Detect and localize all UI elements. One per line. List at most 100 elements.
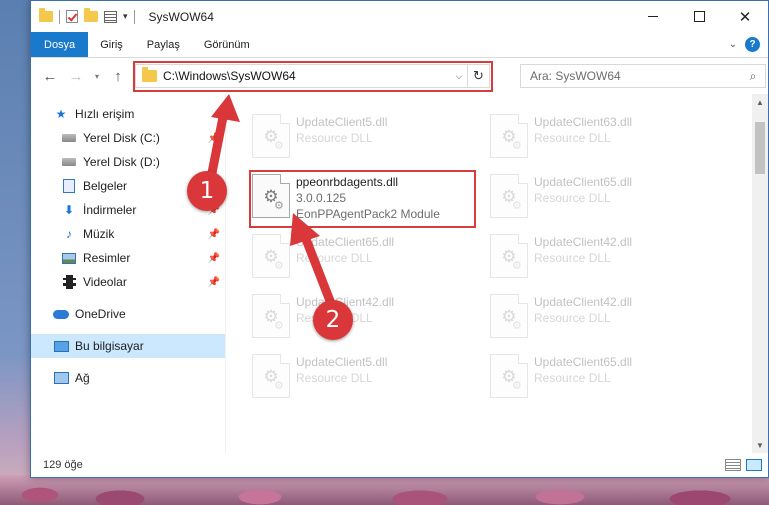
scrollbar-thumb[interactable] bbox=[755, 122, 765, 174]
file-name: UpdateClient63.dll bbox=[534, 115, 633, 129]
list-item[interactable]: ⚙ ⚙ UpdateClient65.dll Resource DLL bbox=[486, 352, 706, 404]
file-type: Resource DLL bbox=[296, 131, 373, 145]
sidebar-item-local-disk-d[interactable]: Yerel Disk (D:) 📌 bbox=[31, 150, 226, 174]
dll-file-icon: ⚙ ⚙ bbox=[490, 234, 528, 278]
sidebar-item-videos[interactable]: Videolar 📌 bbox=[31, 270, 226, 294]
file-name: UpdateClient42.dll bbox=[534, 235, 633, 249]
properties-icon[interactable] bbox=[104, 10, 117, 23]
scroll-up-icon[interactable]: ▲ bbox=[752, 94, 768, 110]
sidebar-item-label: Hızlı erişim bbox=[75, 107, 135, 121]
sidebar-item-label: Videolar bbox=[83, 275, 127, 289]
title-bar: ▾ SysWOW64 ✕ bbox=[31, 1, 768, 32]
dll-file-icon: ⚙ ⚙ bbox=[252, 354, 290, 398]
list-item[interactable]: ⚙⚙ UpdateClient42.dll Resource DLL bbox=[486, 232, 706, 284]
details-view-icon[interactable] bbox=[725, 459, 741, 471]
sidebar-item-label: İndirmeler bbox=[83, 203, 137, 217]
tab-view[interactable]: Görünüm bbox=[192, 32, 262, 57]
back-button[interactable]: ← bbox=[39, 65, 61, 87]
ribbon-tabs: Dosya Giriş Paylaş Görünüm ⌄ ? bbox=[31, 32, 768, 58]
file-name: UpdateClient65.dll bbox=[534, 355, 633, 369]
tab-home[interactable]: Giriş bbox=[88, 32, 135, 57]
file-type: Resource DLL bbox=[534, 371, 611, 385]
tab-share[interactable]: Paylaş bbox=[135, 32, 192, 57]
tiles-view-icon[interactable] bbox=[746, 459, 762, 471]
sidebar-item-this-pc[interactable]: Bu bilgisayar bbox=[31, 334, 226, 358]
address-path[interactable]: C:\Windows\SysWOW64 bbox=[163, 69, 451, 83]
search-icon[interactable]: ⌕ bbox=[741, 69, 765, 84]
file-version: 3.0.0.125 bbox=[296, 191, 347, 205]
drive-icon bbox=[61, 154, 77, 170]
file-type: Resource DLL bbox=[534, 191, 611, 205]
sidebar-item-label: Müzik bbox=[83, 227, 115, 241]
file-name: UpdateClient42.dll bbox=[534, 295, 633, 309]
close-button[interactable]: ✕ bbox=[722, 1, 768, 32]
up-button[interactable]: ↑ bbox=[107, 65, 129, 87]
new-folder-icon[interactable] bbox=[84, 8, 98, 22]
sidebar-item-network[interactable]: Ağ bbox=[31, 366, 226, 390]
maximize-button[interactable] bbox=[676, 1, 722, 32]
properties-check-icon[interactable] bbox=[66, 10, 78, 23]
address-bar[interactable]: C:\Windows\SysWOW64 ⌵ ↻ bbox=[133, 61, 493, 92]
help-icon[interactable]: ? bbox=[745, 37, 760, 52]
minimize-button[interactable] bbox=[630, 1, 676, 32]
ribbon-right: ⌄ ? bbox=[729, 32, 768, 57]
list-item[interactable]: ⚙ ⚙ UpdateClient65.dll Resource DLL bbox=[486, 172, 706, 224]
tab-file[interactable]: Dosya bbox=[31, 32, 89, 57]
dll-file-icon: ⚙ ⚙ bbox=[252, 294, 290, 338]
step-badge-2: 2 bbox=[313, 300, 353, 340]
file-type: Resource DLL bbox=[534, 251, 611, 265]
divider bbox=[133, 9, 135, 24]
dll-file-icon: ⚙ ⚙ bbox=[490, 294, 528, 338]
onedrive-icon bbox=[53, 306, 69, 322]
recent-locations-chevron-icon[interactable]: ▾ bbox=[91, 65, 103, 87]
scroll-down-icon[interactable]: ▼ bbox=[752, 437, 768, 453]
item-count: 129 öğe bbox=[43, 459, 83, 471]
pin-icon[interactable]: 📌 bbox=[208, 133, 220, 144]
divider bbox=[59, 9, 60, 24]
list-item[interactable]: ⚙ ⚙ UpdateClient63.dll Resource DLL bbox=[486, 112, 706, 164]
address-dropdown-chevron-icon[interactable]: ⌵ bbox=[451, 71, 467, 82]
view-switcher bbox=[725, 459, 768, 471]
file-type: Resource DLL bbox=[534, 311, 611, 325]
file-type: Resource DLL bbox=[296, 371, 373, 385]
sidebar-item-quick-access[interactable]: ★ Hızlı erişim bbox=[31, 102, 226, 126]
file-name: UpdateClient5.dll bbox=[296, 355, 388, 369]
sidebar-item-label: Resimler bbox=[83, 251, 131, 265]
pin-icon[interactable]: 📌 bbox=[208, 229, 220, 240]
expand-ribbon-chevron-icon[interactable]: ⌄ bbox=[729, 39, 737, 50]
music-icon: ♪ bbox=[66, 227, 72, 241]
list-item[interactable]: ⚙⚙ UpdateClient42.dllResource DLL bbox=[248, 292, 468, 344]
sidebar-item-label: Yerel Disk (C:) bbox=[83, 131, 160, 145]
file-list: ⚙ ⚙ UpdateClient5.dll Resource DLL ⚙ ⚙ ppeo… bbox=[226, 94, 768, 453]
forward-button[interactable]: → bbox=[65, 65, 87, 87]
list-item[interactable]: ⚙⚙ UpdateClient42.dll Resource DLL bbox=[486, 292, 706, 344]
file-description: EonPPAgentPack2 Module bbox=[296, 207, 440, 221]
list-item[interactable]: ⚙ ⚙ UpdateClient5.dll Resource DLL bbox=[248, 352, 468, 404]
folder-icon bbox=[39, 8, 53, 22]
pin-icon[interactable]: 📌 bbox=[208, 253, 220, 264]
pin-icon[interactable]: 📌 bbox=[208, 157, 220, 168]
sidebar-item-pictures[interactable]: Resimler 📌 bbox=[31, 246, 226, 270]
star-icon: ★ bbox=[55, 107, 67, 121]
vertical-scrollbar[interactable]: ▲ ▼ bbox=[752, 94, 768, 453]
file-type: Resource DLL bbox=[534, 131, 611, 145]
customize-toolbar-chevron-icon[interactable]: ▾ bbox=[123, 11, 128, 22]
search-input[interactable]: Ara: SysWOW64 bbox=[530, 69, 741, 83]
list-item[interactable]: ⚙ ⚙ UpdateClient65.dll Resource DLL bbox=[248, 232, 468, 284]
sidebar-item-onedrive[interactable]: OneDrive bbox=[31, 302, 226, 326]
folder-icon bbox=[142, 67, 157, 82]
file-type: Resource DLL bbox=[296, 251, 373, 265]
sidebar-item-label: Bu bilgisayar bbox=[75, 339, 144, 353]
sidebar-item-local-disk-c[interactable]: Yerel Disk (C:) 📌 bbox=[31, 126, 226, 150]
pin-icon[interactable]: 📌 bbox=[208, 277, 220, 288]
sidebar-item-label: Yerel Disk (D:) bbox=[83, 155, 160, 169]
list-item[interactable]: ⚙ ⚙ UpdateClient5.dll Resource DLL bbox=[248, 112, 468, 164]
refresh-icon[interactable]: ↻ bbox=[467, 65, 489, 87]
sidebar-item-music[interactable]: ♪ Müzik 📌 bbox=[31, 222, 226, 246]
sidebar-item-label: Ağ bbox=[75, 371, 90, 385]
this-pc-icon bbox=[53, 338, 69, 354]
list-item-highlighted[interactable]: ⚙ ⚙ ppeonrbdagents.dll 3.0.0.125 EonPPAge… bbox=[248, 172, 468, 224]
file-name: UpdateClient65.dll bbox=[296, 235, 395, 249]
network-icon bbox=[53, 370, 69, 386]
search-box[interactable]: Ara: SysWOW64 ⌕ bbox=[520, 64, 766, 88]
